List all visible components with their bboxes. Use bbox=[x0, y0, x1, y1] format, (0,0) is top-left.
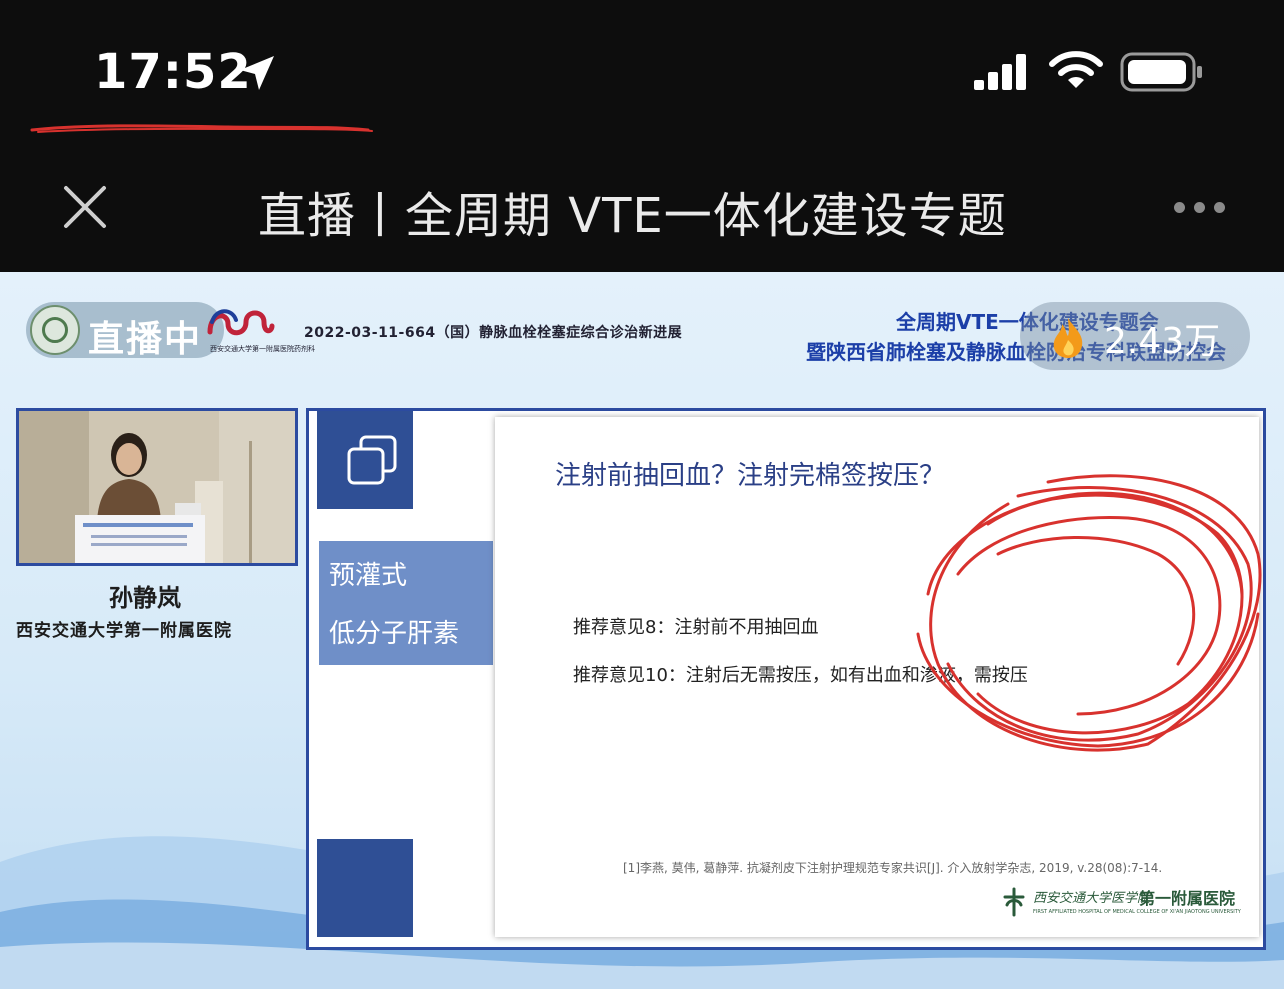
live-badge: 直播中 bbox=[26, 302, 224, 360]
location-arrow-icon bbox=[240, 56, 274, 90]
view-count: 2.43万 bbox=[1104, 321, 1221, 362]
slide-citation: [1]李燕, 莫伟, 葛静萍. 抗凝剂皮下注射护理规范专家共识[J]. 介入放射… bbox=[623, 861, 1163, 875]
slide-heading: 注射前抽回血？注射完棉签按压？ bbox=[555, 461, 946, 491]
view-count-badge: 2.43万 bbox=[1020, 302, 1250, 370]
hospital-logo: 西安交通大学医学院 第一附属医院 FIRST AFFILIATED HOSPIT… bbox=[999, 883, 1241, 923]
speaker-affiliation: 西安交通大学第一附属医院 bbox=[16, 621, 232, 641]
slide-topic-line1: 预灌式 bbox=[329, 561, 408, 591]
hospital-script-name: 西安交通大学医学院 bbox=[1033, 891, 1151, 906]
cellular-signal-icon bbox=[974, 54, 1026, 90]
speaker-video-image bbox=[19, 411, 295, 563]
pharmacy-logo-icon bbox=[207, 309, 275, 336]
slide-accent-block-bottom bbox=[317, 839, 413, 937]
status-time: 17:52 bbox=[94, 44, 252, 100]
more-icon-dot bbox=[1194, 202, 1205, 213]
battery-icon bbox=[1120, 52, 1202, 92]
nav-bar: 直播丨全周期 VTE一体化建设专题 bbox=[0, 140, 1284, 272]
logo-caption: 西安交通大学第一附属医院药剂科 bbox=[210, 345, 315, 353]
slide-accent-block bbox=[317, 411, 413, 509]
fire-icon bbox=[1053, 318, 1083, 358]
close-icon bbox=[64, 186, 106, 228]
presentation-frame: 预灌式 低分子肝素 注射前抽回血？注射完棉签按压？ 推荐意见8：注射前不用抽回血… bbox=[306, 408, 1266, 950]
live-label: 直播中 bbox=[88, 319, 203, 360]
live-video-stage[interactable]: 直播中 西安交通大学第一附属医院药剂科 2022-03-11-664（国）静脉血… bbox=[0, 272, 1284, 989]
copy-icon bbox=[347, 435, 397, 485]
slide-page: 注射前抽回血？注射完棉签按压？ 推荐意见8：注射前不用抽回血 推荐意见10：注射… bbox=[495, 417, 1259, 937]
wifi-icon bbox=[1049, 51, 1103, 88]
hospital-english-name: FIRST AFFILIATED HOSPITAL OF MEDICAL COL… bbox=[1033, 909, 1241, 915]
hospital-emblem-icon bbox=[1003, 887, 1025, 917]
close-button[interactable] bbox=[60, 182, 110, 232]
page-title: 直播丨全周期 VTE一体化建设专题 bbox=[258, 188, 1007, 240]
speaker-name: 孙静岚 bbox=[109, 583, 181, 612]
slide-topic-line2: 低分子肝素 bbox=[329, 619, 460, 649]
speaker-camera-feed bbox=[16, 408, 298, 566]
more-icon bbox=[1174, 202, 1185, 213]
hospital-name: 第一附属医院 bbox=[1139, 889, 1236, 908]
red-annotation-underline bbox=[30, 124, 373, 133]
slide-topic-panel: 预灌式 低分子肝素 bbox=[319, 541, 493, 665]
university-emblem-icon bbox=[30, 305, 80, 355]
more-button[interactable] bbox=[1172, 196, 1232, 220]
recommendation-item: 推荐意见8：注射前不用抽回血 bbox=[573, 617, 819, 638]
status-bar: 17:52 bbox=[0, 0, 1284, 140]
recommendation-item: 推荐意见10：注射后无需按压，如有出血和渗液，需按压 bbox=[573, 665, 1028, 686]
more-icon-dot bbox=[1214, 202, 1225, 213]
session-title: 2022-03-11-664（国）静脉血栓栓塞症综合诊治新进展 bbox=[304, 325, 683, 341]
